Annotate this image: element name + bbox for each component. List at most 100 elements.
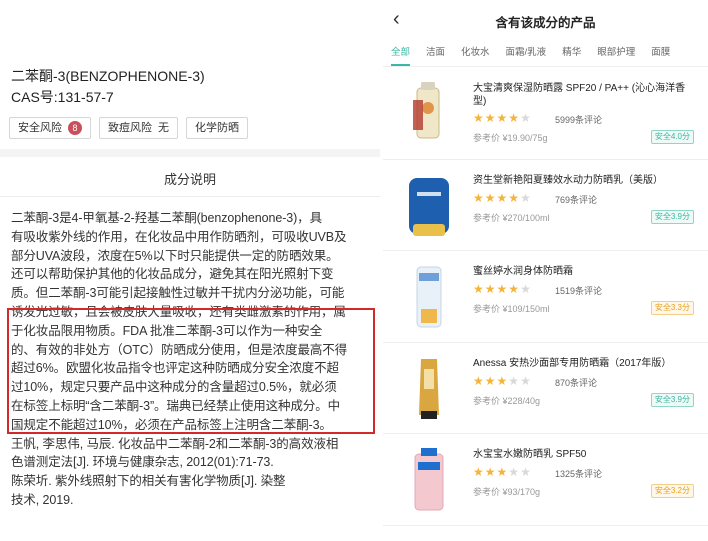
reference-price: 参考价 ¥19.90/75g	[473, 133, 548, 143]
ingredient-description: 二苯酮-3是4-甲氧基-2-羟基二苯酮(benzophenone-3)，具 有吸…	[11, 209, 377, 510]
tab-cream-lotion[interactable]: 面霜/乳液	[498, 44, 555, 64]
star-rating: ★ ★ ★ ★ ★	[473, 466, 531, 478]
description-line: 于化妆品限用物质。FDA 批准二苯酮-3可以作为一种安全	[11, 323, 323, 338]
product-name: 水宝宝水嫩防晒乳 SPF50	[473, 449, 587, 460]
product-name: Anessa 安热沙面部专用防晒霜（2017年版）	[473, 357, 672, 369]
description-line: 超过6%。欧盟化妆品指令也评定这种防晒成分安全浓度不超	[11, 361, 339, 376]
star-icon: ★	[496, 373, 508, 388]
description-line: 诱发光过敏，且会被皮肤大量吸收，还有类雌激素的作用，属	[11, 304, 346, 319]
tab-toner[interactable]: 化妆水	[453, 44, 498, 64]
reference-price: 参考价 ¥270/100ml	[473, 212, 550, 223]
product-item[interactable]: 大宝清爽保湿防晒露 SPF20 / PA++ (沁心海洋香型) ★ ★ ★ ★ ★ 59…	[383, 68, 708, 160]
safety-risk-tag[interactable]: 安全风险 8	[9, 117, 91, 139]
product-image	[416, 266, 442, 328]
nav-bar: ‹ 含有该成分的产品	[383, 0, 708, 38]
product-item[interactable]: Anessa 安热沙面部专用防晒霜（2017年版） ★ ★ ★ ★ ★ 870条评论 参…	[383, 343, 708, 434]
description-line: 有吸收紫外线的作用，在化妆品中用作防晒剂，可吸收UVB及	[11, 229, 347, 244]
tab-all[interactable]: 全部	[383, 44, 418, 66]
divider	[0, 196, 380, 197]
product-item[interactable]: 水宝宝水嫩防晒乳 SPF50 ★ ★ ★ ★ ★ 1325条评论 参考价 ¥93/170…	[383, 434, 708, 526]
review-count: 1519条评论	[555, 286, 603, 296]
star-icon: ★	[520, 111, 531, 125]
product-image	[413, 82, 440, 139]
products-panel: ‹ 含有该成分的产品 全部 洁面 化妆水 面霜/乳液 精华 眼部护理 面膜 大宝…	[383, 0, 708, 541]
review-count: 769条评论	[555, 194, 598, 205]
star-icon: ★	[508, 190, 520, 205]
description-line: 部分UVA波段，浓度在5%以下时只能提供一定的防晒效果。	[11, 248, 339, 263]
category-tabs: 全部 洁面 化妆水 面霜/乳液 精华 眼部护理 面膜	[383, 44, 708, 66]
star-icon: ★	[520, 465, 531, 479]
description-line: 的、有效的非处方（OTC）防晒成分使用，但是浓度最高不得	[11, 342, 348, 357]
chemical-sunscreen-tag[interactable]: 化学防晒	[186, 117, 248, 139]
star-icon: ★	[508, 282, 520, 296]
safety-score-badge: 安全3.2分	[650, 484, 694, 498]
star-icon: ★	[508, 111, 520, 125]
tag-label: 致痘风险	[108, 122, 152, 134]
ingredient-detail-panel: 二苯酮-3(BENZOPHENONE-3) CAS号:131-57-7 安全风险…	[0, 0, 380, 541]
star-icon: ★	[484, 111, 496, 125]
acne-risk-tag[interactable]: 致痘风险 无	[99, 117, 178, 139]
tag-label: 安全风险	[18, 122, 62, 134]
description-line: 王帆, 李思伟, 马辰. 化妆品中二苯酮-2和二苯酮-3的高效液相	[11, 436, 339, 451]
ingredient-name: 二苯酮-3(BENZOPHENONE-3)	[11, 68, 205, 84]
product-name: 蜜丝婷水润身体防晒霜	[473, 266, 573, 277]
page-title: 含有该成分的产品	[495, 16, 596, 30]
star-icon: ★	[496, 282, 508, 296]
star-icon: ★	[484, 190, 496, 205]
star-icon: ★	[473, 282, 484, 296]
cas-number: CAS号:131-57-7	[11, 89, 114, 105]
divider	[383, 66, 708, 67]
star-icon: ★	[484, 465, 496, 479]
review-count: 870条评论	[555, 377, 598, 388]
tab-serum[interactable]: 精华	[554, 44, 589, 64]
star-icon: ★	[473, 373, 484, 388]
description-line: 陈荣圻. 紫外线照射下的相关有害化学物质[J]. 染整	[11, 474, 286, 489]
star-rating: ★ ★ ★ ★ ★	[473, 375, 531, 387]
star-rating: ★ ★ ★ ★ ★	[473, 283, 531, 295]
reference-price: 参考价 ¥228/40g	[473, 395, 541, 406]
star-icon: ★	[484, 282, 496, 296]
safety-score-badge: 安全3.3分	[650, 301, 694, 315]
star-icon: ★	[496, 190, 508, 205]
tab-eye-care[interactable]: 眼部护理	[589, 44, 643, 64]
description-line: 国规定不能超过10%，必须在产品标签上注明含二苯酮-3。	[11, 417, 332, 432]
description-line: 还可以帮助保护其他的化妆品成分，避免其在阳光照射下变	[11, 267, 334, 282]
product-item[interactable]: 蜜丝婷水润身体防晒霜 ★ ★ ★ ★ ★ 1519条评论 参考价 ¥109/150ml …	[383, 251, 708, 343]
description-line: 过10%，规定只要产品中这种成分的含量超过0.5%，就必须	[11, 380, 337, 395]
review-count: 5999条评论	[555, 115, 603, 125]
star-icon: ★	[508, 465, 520, 479]
description-line: 在标签上标明“含二苯酮-3”。瑞典已经禁止使用这种成分。中	[11, 398, 341, 413]
star-rating: ★ ★ ★ ★ ★	[473, 192, 531, 204]
star-icon: ★	[484, 373, 496, 388]
safety-score-badge: 安全4.0分	[650, 130, 694, 144]
star-icon: ★	[520, 190, 531, 205]
star-icon: ★	[473, 111, 484, 125]
product-list: 大宝清爽保湿防晒露 SPF20 / PA++ (沁心海洋香型) ★ ★ ★ ★ ★ 59…	[383, 68, 708, 526]
tab-cleanser[interactable]: 洁面	[418, 44, 453, 64]
tag-value: 无	[158, 122, 169, 134]
product-name: 资生堂新艳阳夏臻效水动力防晒乳（美版）	[473, 174, 663, 186]
star-rating: ★ ★ ★ ★ ★	[473, 112, 531, 124]
section-title: 成分说明	[163, 172, 216, 187]
section-separator	[0, 149, 380, 157]
tab-mask[interactable]: 面膜	[643, 44, 678, 64]
description-line: 质。但二苯酮-3可能引起接触性过敏并干扰内分泌功能，可能	[11, 286, 345, 301]
star-icon: ★	[496, 111, 508, 125]
product-image	[409, 177, 449, 236]
review-count: 1325条评论	[555, 469, 603, 479]
description-line: 色谱测定法[J]. 环境与健康杂志, 2012(01):71-73.	[11, 455, 274, 470]
star-icon: ★	[496, 465, 508, 479]
star-icon: ★	[473, 190, 484, 205]
product-item[interactable]: 资生堂新艳阳夏臻效水动力防晒乳（美版） ★ ★ ★ ★ ★ 769条评论 参考价 ¥27…	[383, 160, 708, 251]
star-icon: ★	[520, 373, 531, 388]
star-icon: ★	[508, 373, 520, 388]
reference-price: 参考价 ¥93/170g	[473, 487, 541, 497]
safety-score-badge: 安全3.9分	[650, 209, 694, 224]
description-line: 二苯酮-3是4-甲氧基-2-羟基二苯酮(benzophenone-3)，具	[11, 211, 322, 225]
product-name: 大宝清爽保湿防晒露 SPF20 / PA++ (沁心海洋香型)	[473, 83, 686, 107]
ingredient-tags: 安全风险 8 致痘风险 无 化学防晒	[9, 117, 248, 139]
star-icon: ★	[473, 465, 484, 479]
product-image	[414, 448, 444, 511]
star-icon: ★	[520, 282, 531, 296]
risk-score-badge: 8	[68, 121, 82, 135]
